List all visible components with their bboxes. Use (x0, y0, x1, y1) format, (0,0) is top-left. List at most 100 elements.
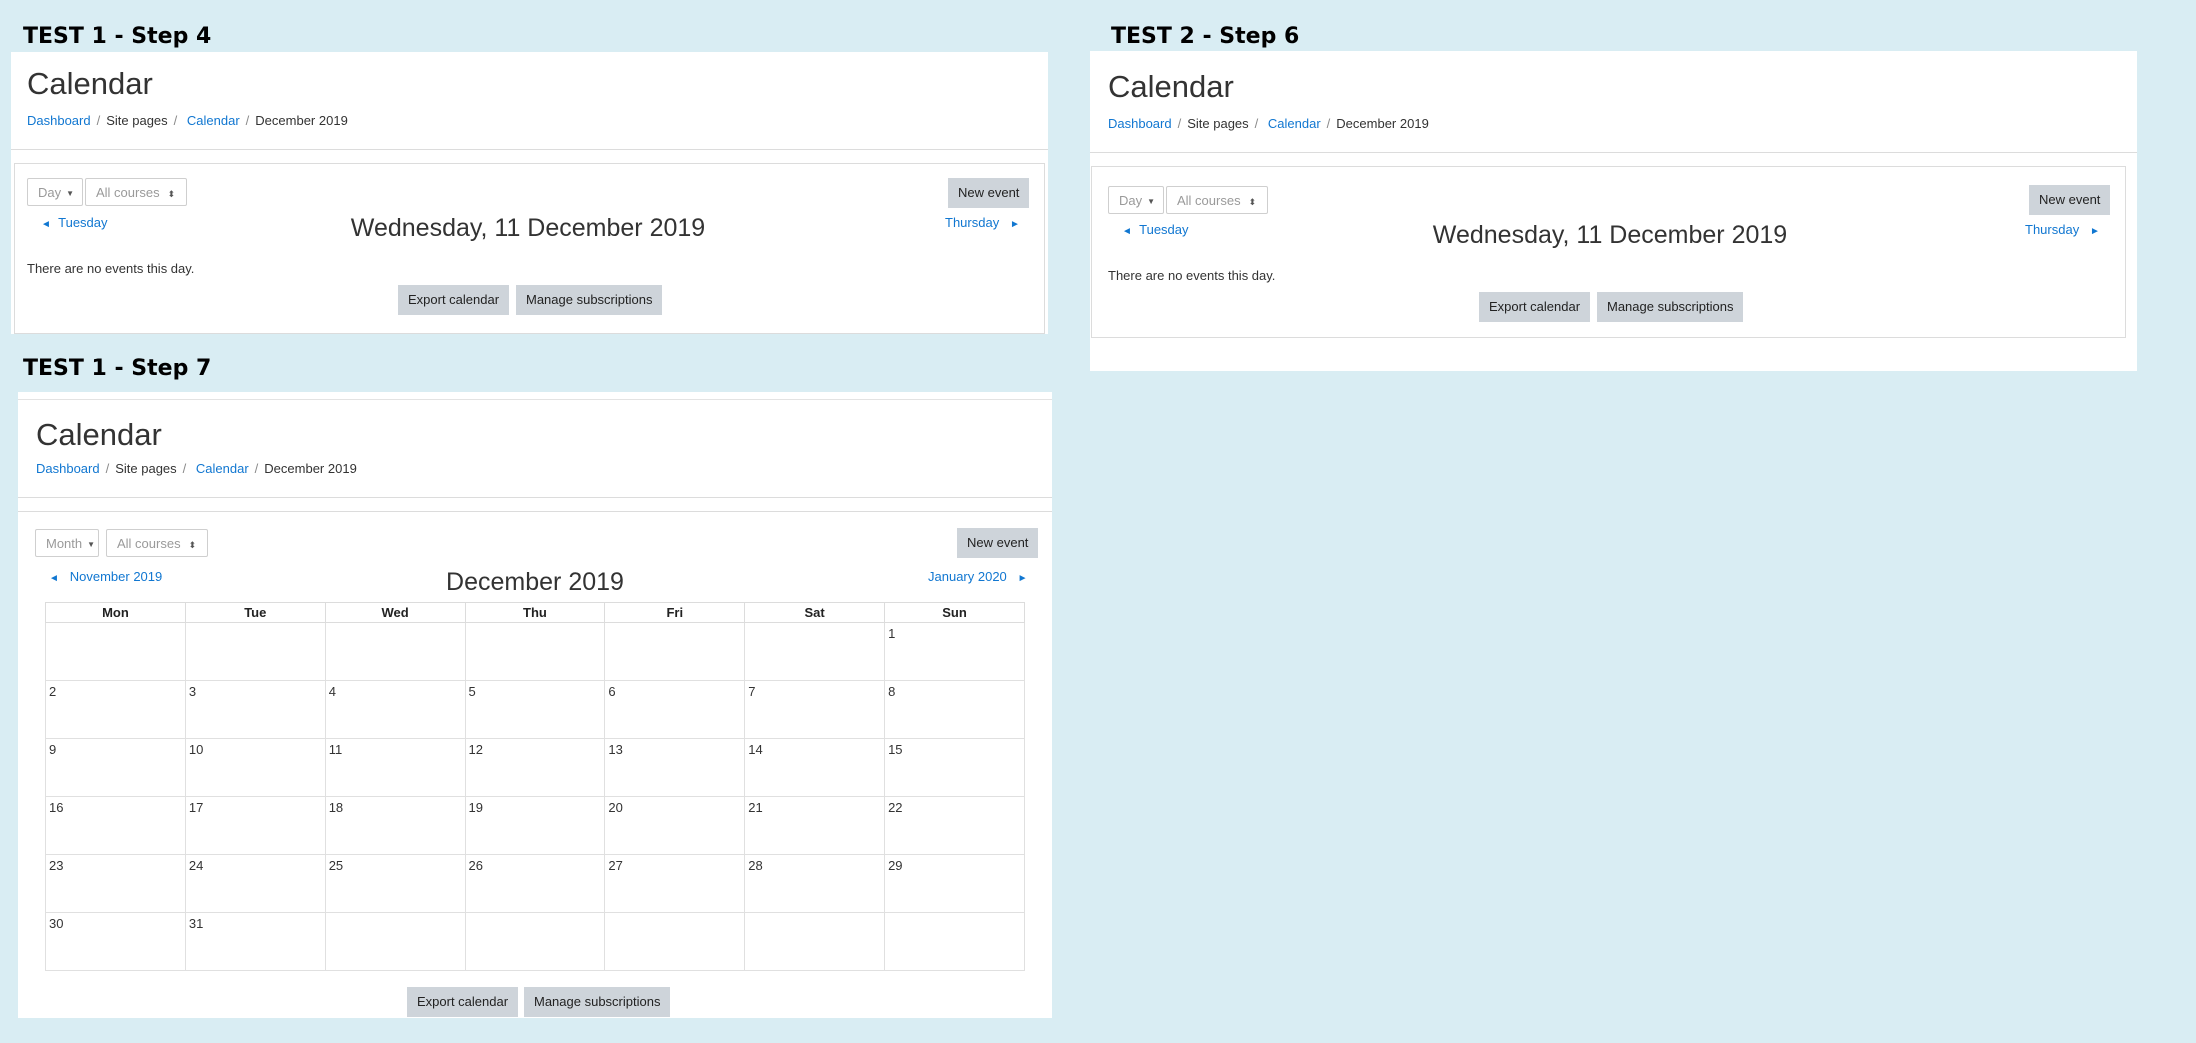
header-divider (1090, 152, 2137, 153)
manage-subscriptions-button[interactable]: Manage subscriptions (524, 987, 671, 1017)
day-cell[interactable] (324, 912, 466, 971)
day-cell[interactable]: 14 (744, 738, 886, 797)
view-select[interactable]: Day ▼ (1108, 186, 1164, 214)
day-cell[interactable]: 15 (884, 738, 1025, 797)
day-cell[interactable]: 5 (464, 680, 606, 739)
breadcrumb-separator: / (245, 113, 250, 128)
day-cell[interactable]: 23 (45, 854, 186, 913)
day-cell[interactable]: 4 (324, 680, 466, 739)
month-heading: December 2019 (446, 568, 624, 596)
day-cell[interactable] (464, 622, 606, 681)
course-select[interactable]: All courses ⬍ (1166, 186, 1268, 214)
day-cell[interactable]: 20 (604, 796, 746, 855)
export-calendar-button[interactable]: Export calendar (398, 285, 510, 315)
breadcrumb-separator: / (1326, 116, 1331, 131)
next-day-link[interactable]: Thursday ► (945, 215, 1020, 233)
course-select[interactable]: All courses ⬍ (85, 178, 187, 206)
day-cell[interactable]: 2 (45, 680, 186, 739)
day-cell[interactable]: 22 (884, 796, 1025, 855)
day-cell[interactable] (604, 622, 746, 681)
day-cell[interactable]: 10 (184, 738, 326, 797)
day-cell[interactable]: 1 (884, 622, 1025, 681)
day-cell[interactable]: 13 (604, 738, 746, 797)
course-select-value: All courses (117, 536, 181, 551)
day-cell[interactable] (45, 622, 186, 681)
breadcrumb-calendar-link[interactable]: Calendar (187, 113, 240, 128)
breadcrumb-separator: / (254, 461, 259, 476)
export-calendar-button[interactable]: Export calendar (407, 987, 519, 1017)
day-cell[interactable]: 8 (884, 680, 1025, 739)
breadcrumb-calendar-link[interactable]: Calendar (196, 461, 249, 476)
weekday-header: Wed (324, 602, 466, 623)
view-select-value: Day (38, 185, 62, 200)
breadcrumb: Dashboard / Site pages / Calendar / December … (1108, 116, 1429, 132)
day-cell[interactable]: 30 (45, 912, 186, 971)
breadcrumb-current: December 2019 (255, 113, 348, 128)
view-select[interactable]: Day ▼ (27, 178, 83, 206)
prev-arrow-icon: ◄ (49, 573, 59, 584)
day-cell[interactable] (184, 622, 326, 681)
weekday-header: Tue (184, 602, 326, 623)
breadcrumb-dashboard-link[interactable]: Dashboard (27, 113, 91, 128)
new-event-button[interactable]: New event (948, 178, 1030, 208)
day-cell[interactable]: 18 (324, 796, 466, 855)
day-cell[interactable]: 3 (184, 680, 326, 739)
breadcrumb-calendar-link[interactable]: Calendar (1268, 116, 1321, 131)
prev-day-link[interactable]: ◄ Tuesday (41, 215, 108, 233)
weekday-header: Sun (884, 602, 1025, 623)
new-event-button[interactable]: New event (2029, 185, 2111, 215)
day-cell[interactable] (604, 912, 746, 971)
next-month-link[interactable]: January 2020 ► (928, 569, 1028, 587)
next-month-label: January 2020 (928, 569, 1007, 584)
day-cell[interactable]: 17 (184, 796, 326, 855)
header-divider (18, 497, 1052, 498)
day-cell[interactable] (744, 912, 886, 971)
caret-down-icon: ▼ (1147, 197, 1156, 206)
breadcrumb-site-pages: Site pages (106, 113, 168, 128)
day-cell[interactable]: 31 (184, 912, 326, 971)
manage-subscriptions-button[interactable]: Manage subscriptions (1597, 292, 1744, 322)
day-cell[interactable]: 9 (45, 738, 186, 797)
screenshot-panel-test1-step7: Calendar Dashboard / Site pages / Calendar /… (18, 392, 1052, 1018)
day-cell[interactable] (744, 622, 886, 681)
prev-month-link[interactable]: ◄ November 2019 (49, 569, 162, 587)
calendar-box: Day ▼ All courses ⬍ New event ◄ Tuesday We… (14, 163, 1045, 334)
day-cell[interactable]: 25 (324, 854, 466, 913)
caption-test1-step4: TEST 1 - Step 4 (23, 24, 212, 49)
day-cell[interactable]: 16 (45, 796, 186, 855)
course-select[interactable]: All courses ⬍ (106, 529, 208, 557)
breadcrumb: Dashboard / Site pages / Calendar / December … (27, 113, 348, 129)
week-row: 23 24 25 26 27 28 29 (45, 854, 1025, 913)
day-cell[interactable]: 26 (464, 854, 606, 913)
caret-down-icon: ▼ (66, 189, 75, 198)
day-cell[interactable] (324, 622, 466, 681)
day-cell[interactable]: 27 (604, 854, 746, 913)
day-cell[interactable]: 12 (464, 738, 606, 797)
day-cell[interactable] (884, 912, 1025, 971)
next-arrow-icon: ► (1010, 219, 1020, 230)
view-select-value: Day (1119, 193, 1143, 208)
prev-arrow-icon: ◄ (1122, 226, 1132, 237)
header-divider (11, 149, 1048, 150)
prev-day-link[interactable]: ◄ Tuesday (1122, 222, 1189, 240)
breadcrumb-dashboard-link[interactable]: Dashboard (36, 461, 100, 476)
breadcrumb-dashboard-link[interactable]: Dashboard (1108, 116, 1172, 131)
day-cell[interactable]: 11 (324, 738, 466, 797)
weekday-header-row: Mon Tue Wed Thu Fri Sat Sun (45, 602, 1025, 623)
day-cell[interactable] (464, 912, 606, 971)
day-heading: Wednesday, 11 December 2019 (1432, 221, 1788, 249)
day-cell[interactable]: 24 (184, 854, 326, 913)
day-cell[interactable]: 19 (464, 796, 606, 855)
day-cell[interactable]: 7 (744, 680, 886, 739)
day-cell[interactable]: 6 (604, 680, 746, 739)
view-select[interactable]: Month ▼ (35, 529, 99, 557)
export-calendar-button[interactable]: Export calendar (1479, 292, 1591, 322)
week-row: 9 10 11 12 13 14 15 (45, 738, 1025, 797)
day-cell[interactable]: 21 (744, 796, 886, 855)
caption-test1-step7: TEST 1 - Step 7 (23, 356, 212, 381)
next-day-link[interactable]: Thursday ► (2025, 222, 2100, 240)
day-cell[interactable]: 29 (884, 854, 1025, 913)
new-event-button[interactable]: New event (957, 528, 1039, 558)
day-cell[interactable]: 28 (744, 854, 886, 913)
manage-subscriptions-button[interactable]: Manage subscriptions (516, 285, 663, 315)
